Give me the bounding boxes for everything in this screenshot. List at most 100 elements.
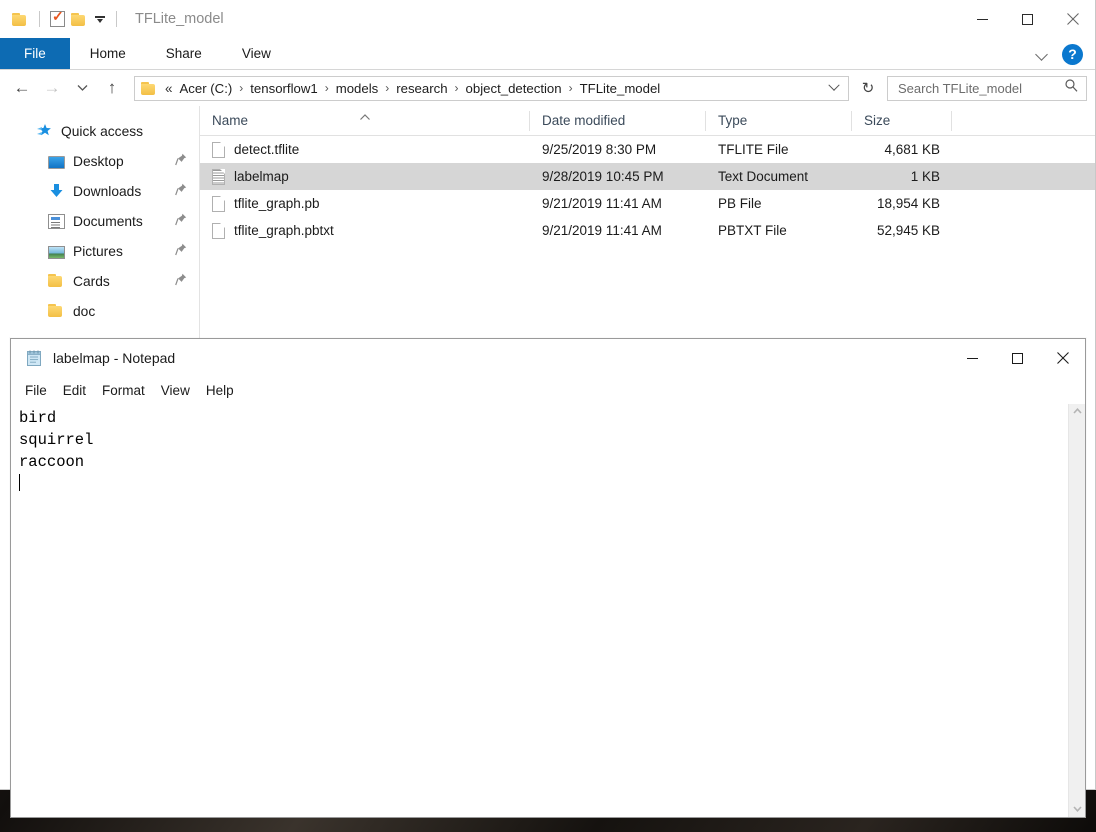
menu-item-format[interactable]: Format (102, 383, 145, 398)
file-date-cell: 9/21/2019 11:41 AM (542, 196, 662, 211)
generic-file-icon (212, 195, 225, 212)
scroll-down-arrow-icon[interactable] (1072, 805, 1082, 814)
folder-icon[interactable] (12, 12, 29, 26)
toolbar-divider (39, 11, 40, 27)
ribbon-tab-bar: File Home Share View ? (0, 38, 1095, 70)
sidebar-item-pictures-label: Pictures (73, 243, 123, 259)
breadcrumb-separator-0[interactable]: › (239, 81, 243, 95)
table-row[interactable]: tflite_graph.pbtxt 9/21/2019 11:41 AM PB… (200, 217, 1095, 244)
sidebar-item-documents-label: Documents (73, 213, 143, 229)
notepad-window: labelmap - Notepad File Edit Format View… (10, 338, 1086, 818)
file-type-cell: PBTXT File (718, 223, 787, 238)
column-header-type[interactable]: Type (706, 110, 852, 131)
sidebar-item-desktop[interactable]: Desktop (0, 146, 199, 176)
pin-icon-downloads[interactable] (175, 183, 187, 199)
maximize-button[interactable] (1005, 0, 1050, 38)
table-row[interactable]: labelmap 9/28/2019 10:45 PM Text Documen… (200, 163, 1095, 190)
search-icon (1065, 79, 1078, 97)
address-dropdown-chevron-down-icon[interactable] (826, 77, 842, 100)
pin-icon-pictures[interactable] (175, 243, 187, 259)
tab-share[interactable]: Share (146, 38, 222, 69)
menu-item-edit[interactable]: Edit (63, 383, 86, 398)
scroll-up-arrow-icon[interactable] (1072, 407, 1082, 416)
sidebar-item-pictures[interactable]: Pictures (0, 236, 199, 266)
breadcrumb-item-0[interactable]: Acer (C:) (180, 81, 233, 96)
breadcrumb-separator-4[interactable]: › (569, 81, 573, 95)
sidebar-item-documents[interactable]: Documents (0, 206, 199, 236)
column-header-name-label: Name (212, 113, 249, 128)
breadcrumb-item-2[interactable]: models (336, 81, 379, 96)
sort-ascending-caret-icon (359, 103, 370, 120)
breadcrumb-separator-3[interactable]: › (455, 81, 459, 95)
column-header-date-modified-label: Date modified (542, 113, 626, 128)
column-header-date-modified[interactable]: Date modified (530, 110, 706, 131)
quick-access-star-icon (36, 123, 53, 139)
recent-locations-chevron-down-icon[interactable] (68, 74, 96, 102)
notepad-title-bar: labelmap - Notepad (11, 339, 1085, 377)
pictures-icon (48, 245, 65, 259)
refresh-button[interactable]: ↻ (855, 76, 881, 101)
notepad-text-input[interactable]: bird squirrel raccoon (11, 404, 1068, 817)
notepad-minimize-button[interactable] (950, 339, 995, 377)
sidebar-item-downloads[interactable]: Downloads (0, 176, 199, 206)
generic-file-icon (212, 141, 225, 158)
address-bar-row: ← → ↑ « Acer (C:) › tensorflow1 › models… (0, 70, 1095, 106)
ribbon-right-controls: ? (1032, 38, 1089, 70)
tab-file[interactable]: File (0, 38, 70, 69)
menu-item-help[interactable]: Help (206, 383, 234, 398)
breadcrumb-item-4[interactable]: object_detection (466, 81, 562, 96)
menu-item-file[interactable]: File (25, 383, 47, 398)
back-button[interactable]: ← (8, 74, 36, 102)
column-header-type-label: Type (718, 113, 748, 128)
sidebar-item-quick-access[interactable]: Quick access (0, 116, 199, 146)
notepad-maximize-button[interactable] (995, 339, 1040, 377)
breadcrumb-overflow-icon[interactable]: « (165, 81, 173, 96)
tab-home[interactable]: Home (70, 38, 146, 69)
pin-icon-desktop[interactable] (175, 153, 187, 169)
search-placeholder: Search TFLite_model (898, 80, 1023, 96)
desktop: TFLite_model File Home Share View ? (0, 0, 1096, 832)
pin-icon-cards[interactable] (175, 273, 187, 289)
help-button[interactable]: ? (1062, 43, 1083, 65)
column-header-size-label: Size (864, 113, 891, 128)
sidebar-item-cards[interactable]: Cards (0, 266, 199, 296)
menu-item-view[interactable]: View (161, 383, 190, 398)
file-date-cell: 9/28/2019 10:45 PM (542, 169, 664, 184)
text-file-icon (212, 168, 225, 185)
breadcrumb-item-1[interactable]: tensorflow1 (250, 81, 317, 96)
tab-view[interactable]: View (222, 38, 291, 69)
table-row[interactable]: tflite_graph.pb 9/21/2019 11:41 AM PB Fi… (200, 190, 1095, 217)
sidebar-item-cards-label: Cards (73, 273, 110, 289)
file-type-cell: PB File (718, 196, 762, 211)
file-date-cell: 9/21/2019 11:41 AM (542, 223, 662, 238)
close-button[interactable] (1050, 0, 1095, 38)
breadcrumb-separator-2[interactable]: › (385, 81, 389, 95)
search-input[interactable]: Search TFLite_model (887, 75, 1087, 101)
expand-ribbon-chevron-down-icon[interactable] (1032, 44, 1052, 64)
file-name-label: tflite_graph.pb (234, 196, 320, 211)
explorer-title-bar: TFLite_model (0, 0, 1095, 38)
breadcrumb-separator-1[interactable]: › (325, 81, 329, 95)
file-date-cell: 9/25/2019 8:30 PM (542, 142, 657, 157)
address-bar[interactable]: « Acer (C:) › tensorflow1 › models › res… (134, 75, 849, 101)
notepad-icon (25, 349, 43, 367)
downloads-arrow-icon (48, 183, 65, 199)
column-header-name[interactable]: Name (200, 110, 530, 131)
documents-icon (48, 213, 65, 229)
properties-icon[interactable] (50, 8, 65, 27)
new-folder-icon[interactable] (71, 12, 88, 26)
file-name-cell: labelmap (200, 168, 530, 185)
sidebar-item-doc[interactable]: doc (0, 296, 199, 326)
up-button[interactable]: ↑ (98, 74, 126, 102)
pin-icon-documents[interactable] (175, 213, 187, 229)
customize-dropdown-icon[interactable] (94, 13, 106, 25)
forward-button[interactable]: → (38, 74, 66, 102)
notepad-close-button[interactable] (1040, 339, 1085, 377)
notepad-menu-bar: File Edit Format View Help (11, 377, 1085, 403)
minimize-button[interactable] (960, 0, 1005, 38)
column-header-size[interactable]: Size (852, 110, 952, 131)
table-row[interactable]: detect.tflite 9/25/2019 8:30 PM TFLITE F… (200, 136, 1095, 163)
breadcrumb-item-3[interactable]: research (396, 81, 447, 96)
notepad-vertical-scrollbar[interactable] (1068, 404, 1085, 817)
breadcrumb-item-5[interactable]: TFLite_model (580, 81, 661, 96)
